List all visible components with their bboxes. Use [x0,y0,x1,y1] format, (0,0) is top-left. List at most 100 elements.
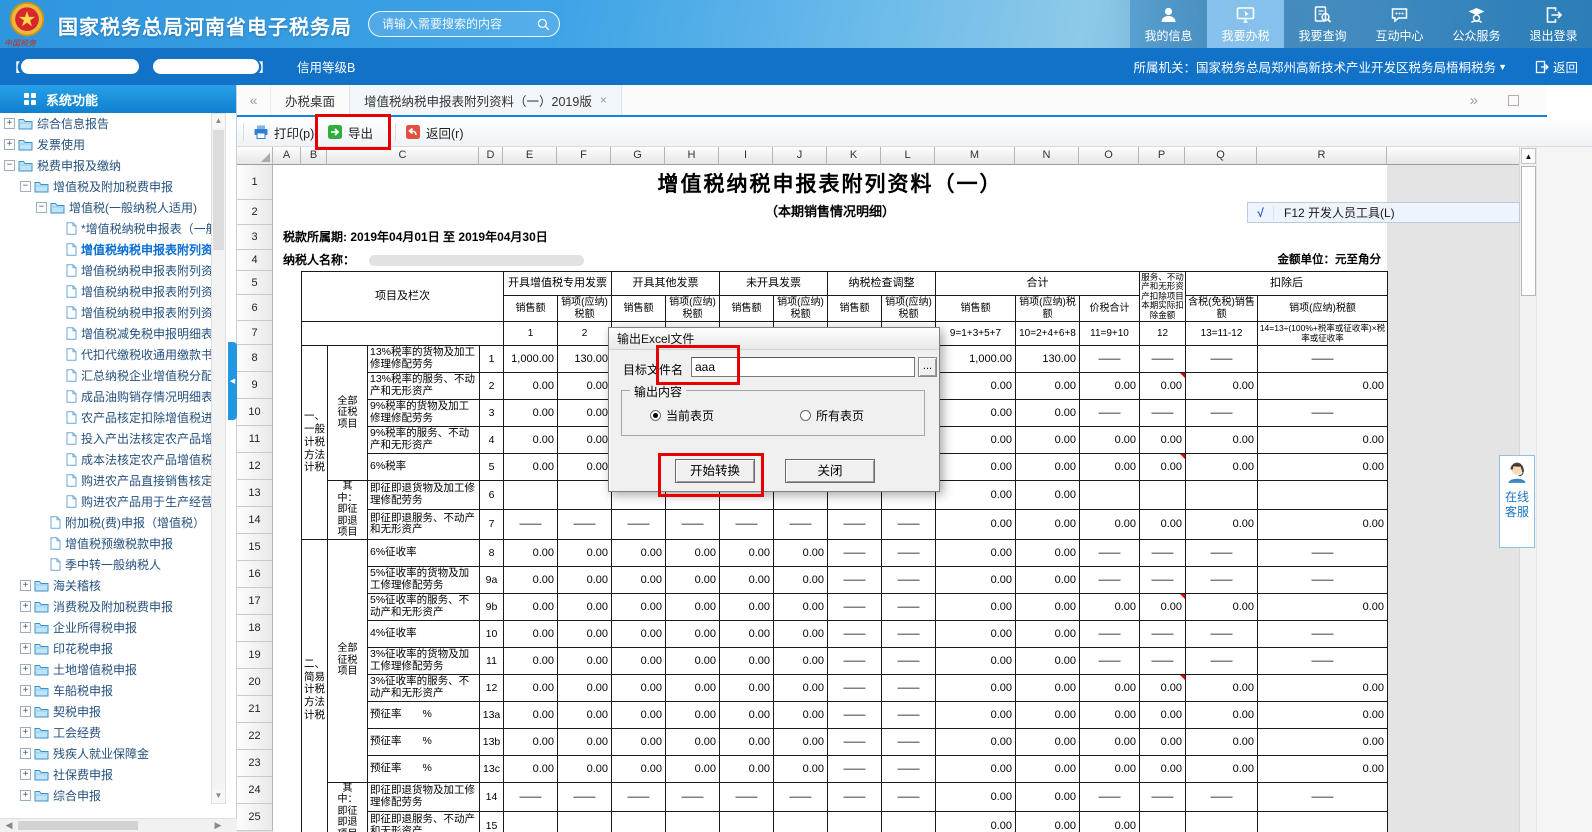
sidebar-item[interactable]: +社保费申报 [0,764,211,785]
value-cell: —— [882,647,936,674]
expand-icon[interactable]: + [4,118,15,129]
sidebar-item[interactable]: −增值税及附加税费申报 [0,176,211,197]
return-button[interactable]: 返回 [1535,57,1578,76]
start-convert-button[interactable]: 开始转换 [675,459,755,483]
radio-all-sheets[interactable]: 所有表页 [800,407,864,424]
back-button[interactable]: 返回(r) [405,122,464,142]
expand-icon[interactable]: + [20,706,31,717]
browse-button[interactable]: ... [918,357,937,377]
line-number: 15 [480,811,504,832]
sidebar-item[interactable]: 增值税纳税申报表附列资料 [0,239,211,260]
value-cell: 0.00 [1016,782,1080,811]
scroll-left-icon[interactable]: ◀ [2,819,16,832]
header-group: 纳税检查调整 [828,272,936,296]
sidebar-item[interactable]: −增值税(一般纳税人适用) [0,197,211,218]
collapse-icon[interactable]: − [4,160,15,171]
tab[interactable]: 增值税纳税申报表附列资料（一）2019版× [349,85,622,115]
sidebar-item[interactable]: 季中转一般纳税人 [0,554,211,575]
expand-icon[interactable]: + [20,790,31,801]
close-tab-icon[interactable]: × [600,93,607,107]
sidebar-item[interactable]: *增值税纳税申报表（一般 [0,218,211,239]
search-icon[interactable] [537,17,550,32]
nav-monitor[interactable]: 我要办税 [1207,0,1284,48]
sidebar-item[interactable]: +海关稽核 [0,575,211,596]
scrollbar-thumb[interactable] [18,821,138,830]
toolbar: 打印(p) 导出 返回(r) [237,117,1592,147]
sidebar-item[interactable]: +车船税申报 [0,680,211,701]
expand-icon[interactable]: + [20,664,31,675]
radio-current-sheet[interactable]: 当前表页 [650,407,714,424]
export-button[interactable]: 导出 [327,122,373,142]
expand-icon[interactable]: + [20,622,31,633]
value-cell: 0.00 [612,728,666,755]
scroll-down-icon[interactable]: ▼ [212,789,225,803]
nav-person[interactable]: 我的信息 [1130,0,1207,48]
nav-public[interactable]: 公众服务 [1438,0,1515,48]
sidebar-item[interactable]: 投入产出法核定农产品增值 [0,428,211,449]
print-button[interactable]: 打印(p) [253,122,314,142]
sidebar-item[interactable]: +契税申报 [0,701,211,722]
filename-input[interactable] [691,357,915,377]
expand-icon[interactable]: + [20,685,31,696]
value-cell: —— [720,782,774,811]
value-cell: 1,000.00 [504,346,558,373]
tabs-collapse-icon[interactable]: « [237,85,271,115]
tab[interactable]: 办税桌面 [271,85,349,115]
sidebar-item[interactable]: +土地增值税申报 [0,659,211,680]
sidebar-collapse-handle[interactable]: ◀ [228,342,237,420]
sidebar-item[interactable]: 代扣代缴税收通用缴款书抵 [0,344,211,365]
printer-icon [253,124,269,140]
expand-icon[interactable]: + [20,748,31,759]
sidebar-item[interactable]: +综合信息报告 [0,113,211,134]
sidebar-item[interactable]: +印花税申报 [0,638,211,659]
scrollbar-thumb[interactable] [1521,166,1536,296]
expand-icon[interactable]: + [20,601,31,612]
sidebar-item[interactable]: 成品油购销存情况明细表 [0,386,211,407]
expand-icon[interactable]: + [4,139,15,150]
maximize-icon[interactable] [1508,95,1519,106]
org-dropdown-icon[interactable]: ▼ [1498,62,1507,72]
scroll-up-icon[interactable]: ▲ [1521,148,1536,164]
expand-icon[interactable]: + [20,769,31,780]
sidebar-horizontal-scrollbar[interactable]: ◀ ▶ [0,818,237,832]
redacted-taxpayer-id [153,59,259,74]
close-button[interactable]: 关闭 [785,459,875,483]
sidebar-item[interactable]: +消费税及附加税费申报 [0,596,211,617]
online-service-widget[interactable]: 在线 客服 [1499,455,1535,548]
nav-logout[interactable]: 退出登录 [1515,0,1592,48]
sidebar-item[interactable]: 增值税纳税申报表附列资料 [0,281,211,302]
sidebar-item[interactable]: +残疾人就业保障金 [0,743,211,764]
expand-icon[interactable]: + [20,643,31,654]
sidebar-item[interactable]: +综合申报 [0,785,211,806]
expand-icon[interactable]: + [20,727,31,738]
sidebar-item[interactable]: +企业所得税申报 [0,617,211,638]
collapse-icon[interactable]: − [20,181,31,192]
scroll-up-icon[interactable]: ▲ [212,114,225,128]
sidebar-item[interactable]: 增值税纳税申报表附列资料 [0,260,211,281]
f12-devtools-menu-item[interactable]: √ F12 开发人员工具(L) [1247,202,1520,223]
sidebar-vertical-scrollbar[interactable]: ▲ ▼ [211,113,226,804]
sidebar-item[interactable]: 增值税纳税申报表附列资料 [0,302,211,323]
sidebar-item[interactable]: +工会经费 [0,722,211,743]
sidebar-item[interactable]: −税费申报及缴纳 [0,155,211,176]
tabs-more-icon[interactable]: » [1470,92,1478,109]
sidebar-item[interactable]: 增值税预缴税款申报 [0,533,211,554]
scroll-right-icon[interactable]: ▶ [211,819,225,832]
sidebar-item[interactable]: 汇总纳税企业增值税分配表 [0,365,211,386]
org-name[interactable]: 国家税务总局郑州高新技术产业开发区税务局梧桐税务 [1196,57,1496,76]
amount-unit: 金额单位：元至角分 [1278,250,1382,270]
sidebar-item[interactable]: 购进农产品用于生产经营且 [0,491,211,512]
search-input[interactable] [369,17,537,31]
nav-query[interactable]: 我要查询 [1284,0,1361,48]
sidebar-item[interactable]: 增值税减免税申报明细表（ [0,323,211,344]
value-cell: 0.00 [1080,373,1140,400]
scrollbar-thumb[interactable] [213,130,224,250]
sidebar-item[interactable]: +发票使用 [0,134,211,155]
sidebar-item[interactable]: 附加税(费)申报（增值税） [0,512,211,533]
sidebar-item[interactable]: 购进农产品直接销售核定农 [0,470,211,491]
collapse-icon[interactable]: − [36,202,47,213]
nav-chat[interactable]: 互动中心 [1361,0,1438,48]
expand-icon[interactable]: + [20,580,31,591]
sidebar-item[interactable]: 农产品核定扣除增值税进项 [0,407,211,428]
sidebar-item[interactable]: 成本法核定农产品增值税进 [0,449,211,470]
